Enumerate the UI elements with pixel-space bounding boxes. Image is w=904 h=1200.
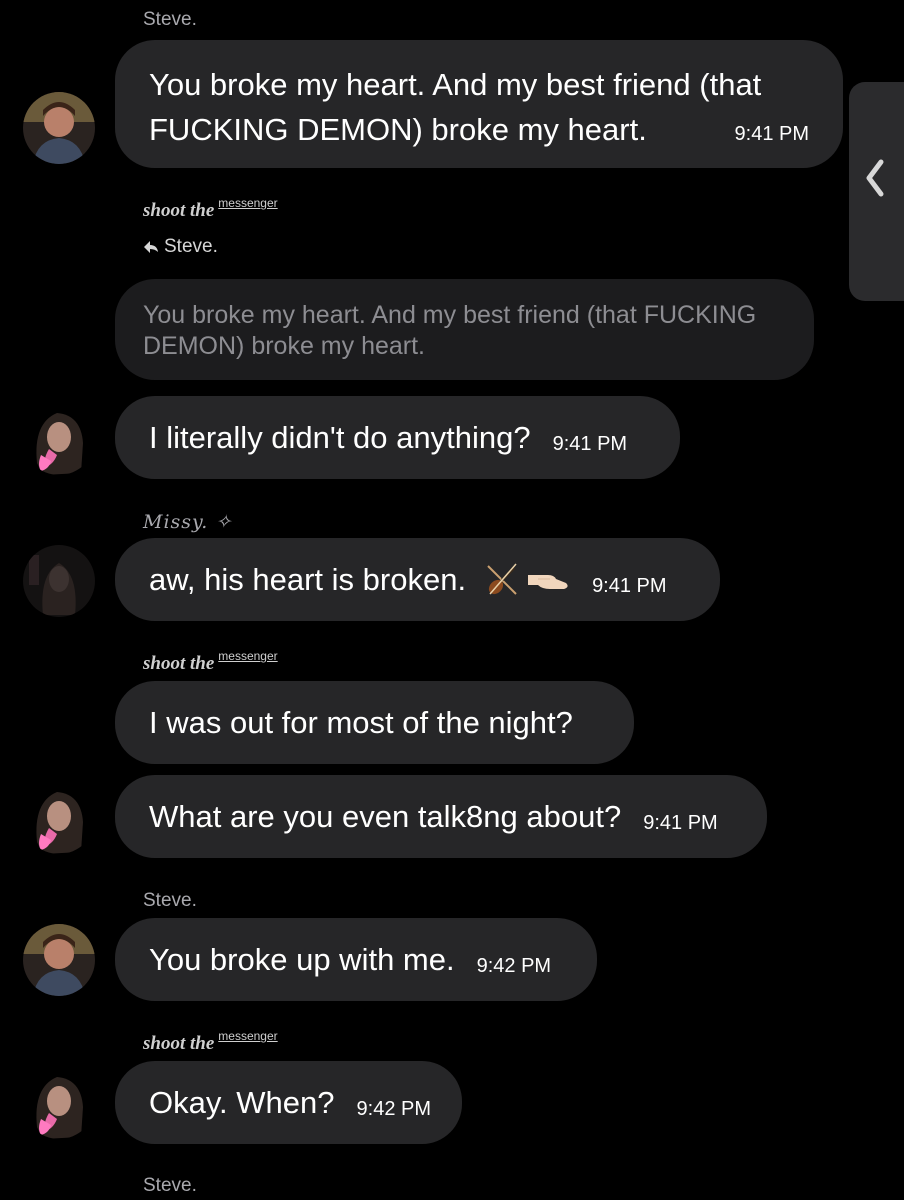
sender-name-main: shoot the (143, 1033, 215, 1054)
chevron-left-icon (866, 159, 884, 197)
message-text: I was out for most of the night? (149, 704, 573, 740)
side-panel-tab[interactable] (849, 82, 904, 301)
sender-name-sup: messenger (218, 649, 278, 663)
message-time: 9:42 PM (476, 955, 552, 977)
reply-indicator: Steve. (143, 236, 218, 258)
sender-name: Steve. (143, 1175, 197, 1196)
reply-arrow-icon (144, 241, 158, 253)
message-text: I literally didn't do anything? (149, 419, 531, 455)
message-bubble[interactable]: I literally didn't do anything? 9:41 PM (115, 396, 680, 479)
sender-name-main: shoot the (143, 200, 215, 221)
message-bubble[interactable]: What are you even talk8ng about? 9:41 PM (115, 775, 767, 858)
message-time: 9:42 PM (356, 1098, 431, 1120)
sender-name: shoot the messenger (143, 196, 278, 222)
sender-name: shoot the messenger (143, 1029, 278, 1055)
message-time: 9:41 PM (552, 433, 628, 455)
violin-icon (487, 563, 517, 595)
message-bubble[interactable]: I was out for most of the night? (115, 681, 634, 764)
reply-to-name: Steve. (164, 236, 218, 257)
sender-name: Missy. ✧ (143, 511, 233, 533)
message-text: You broke my heart. And my best friend (… (149, 67, 762, 147)
message-bubble[interactable]: aw, his heart is broken. 9:41 PM (115, 538, 720, 621)
avatar-messenger[interactable] (23, 782, 95, 854)
sender-name: Steve. (143, 890, 197, 911)
avatar-steve[interactable] (23, 924, 95, 996)
avatar-missy[interactable] (23, 545, 95, 617)
message-text: You broke up with me. (149, 941, 455, 977)
sender-name: Steve. (143, 9, 197, 30)
message-text: Okay. When? (149, 1084, 335, 1120)
sender-name-main: shoot the (143, 653, 215, 674)
message-text: aw, his heart is broken. (149, 561, 467, 597)
avatar-messenger[interactable] (23, 403, 95, 475)
message-time: 9:41 PM (592, 575, 667, 597)
sender-name-sup: messenger (218, 1029, 278, 1043)
message-bubble[interactable]: You broke my heart. And my best friend (… (115, 40, 843, 168)
message-text: What are you even talk8ng about? (149, 798, 622, 834)
sender-name: shoot the messenger (143, 649, 278, 675)
emoji-group (482, 560, 570, 600)
avatar-messenger[interactable] (23, 1067, 95, 1139)
message-bubble[interactable]: You broke up with me. 9:42 PM (115, 918, 597, 1001)
sender-name-sup: messenger (218, 196, 278, 210)
message-bubble[interactable]: Okay. When? 9:42 PM (115, 1061, 462, 1144)
avatar-steve[interactable] (23, 92, 95, 164)
message-time: 9:41 PM (734, 123, 809, 145)
pointing-hand-icon (528, 574, 568, 589)
message-time: 9:41 PM (643, 812, 718, 834)
quoted-message[interactable]: You broke my heart. And my best friend (… (115, 279, 814, 380)
